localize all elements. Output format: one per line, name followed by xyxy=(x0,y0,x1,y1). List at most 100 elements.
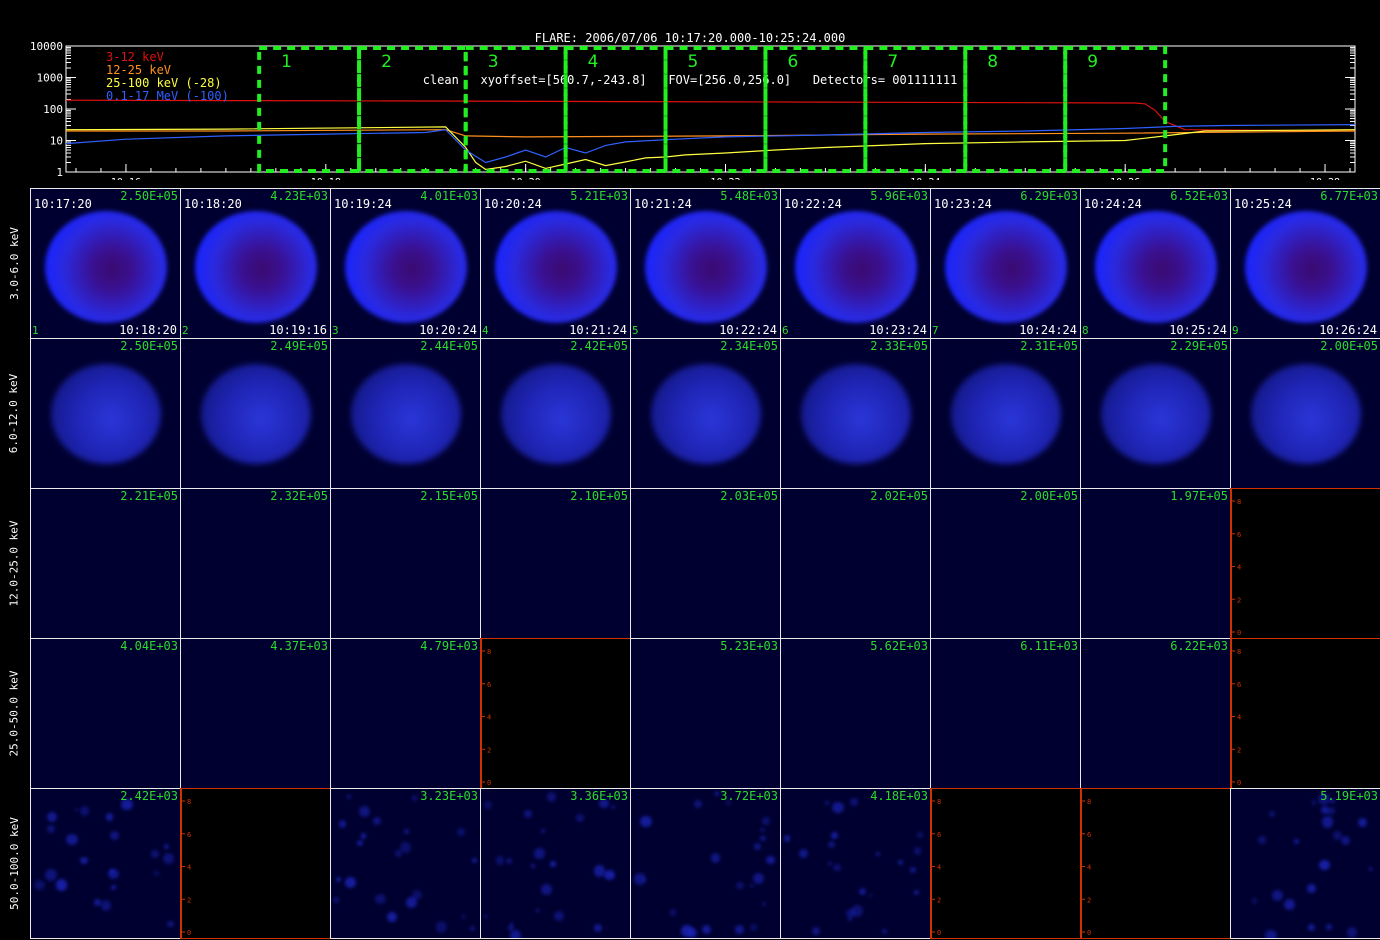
emission-blob xyxy=(645,211,767,323)
noise-speck xyxy=(101,900,112,911)
image-tile: 2.42E+05 xyxy=(480,338,631,489)
noise-speck xyxy=(1368,867,1373,871)
noise-speck xyxy=(541,884,553,896)
image-tile: 2.50E+05 10:17:20 10:18:20 1 xyxy=(30,188,181,339)
noise-speck xyxy=(714,791,720,796)
noise-speck xyxy=(669,909,677,916)
empty-axis-tick-label: 6 xyxy=(1237,681,1241,689)
noise-speck xyxy=(1311,800,1317,806)
tile-max-value: 2.15E+05 xyxy=(420,489,478,503)
tile-max-value: 2.34E+05 xyxy=(720,339,778,353)
image-tile: 0 2 4 6 8 xyxy=(1080,788,1231,939)
image-tile: 5.23E+03 xyxy=(630,638,781,789)
noise-speck xyxy=(400,842,411,853)
empty-axis-tick-label: 8 xyxy=(1087,798,1091,806)
tile-start-time: 10:25:24 xyxy=(1234,197,1292,211)
image-tile: 2.00E+05 xyxy=(1230,338,1380,489)
noise-speck xyxy=(110,884,116,891)
noise-speck xyxy=(1294,839,1299,844)
emission-blob xyxy=(501,364,611,464)
emission-blob xyxy=(795,211,917,323)
empty-axis-tick-label: 4 xyxy=(187,864,191,872)
noise-speck xyxy=(811,926,821,935)
tile-interval-index: 1 xyxy=(32,324,39,337)
empty-axis-tick-label: 0 xyxy=(1237,779,1241,787)
tile-max-value: 2.49E+05 xyxy=(270,339,328,353)
noise-speck xyxy=(828,841,835,849)
noise-speck xyxy=(593,865,606,877)
tile-start-time: 10:24:24 xyxy=(1084,197,1142,211)
image-tile: 2.21E+05 xyxy=(30,488,181,639)
noise-speck xyxy=(404,828,410,834)
tile-end-time: 10:21:24 xyxy=(569,323,627,337)
empty-axis-tick-label: 2 xyxy=(187,896,191,904)
image-tile: 2.32E+05 xyxy=(180,488,331,639)
noise-speck xyxy=(859,888,866,895)
tile-max-value: 3.36E+03 xyxy=(570,789,628,803)
emission-blob xyxy=(801,364,911,464)
image-tile: 4.79E+03 xyxy=(330,638,481,789)
image-tile: 4.37E+03 xyxy=(180,638,331,789)
noise-speck xyxy=(358,805,371,818)
noise-speck xyxy=(1326,924,1332,931)
noise-speck xyxy=(47,825,56,834)
empty-axis-tick-label: 6 xyxy=(1237,531,1241,539)
empty-axis-tick-label: 6 xyxy=(1087,831,1091,839)
tile-max-value: 2.29E+05 xyxy=(1170,339,1228,353)
empty-axis: 0 2 4 6 8 xyxy=(181,789,191,938)
noise-speck xyxy=(831,832,838,839)
noise-speck xyxy=(916,831,923,838)
image-grid: 3.0-6.0 keV 2.50E+05 10:17:20 10:18:20 1 4.23… xyxy=(0,0,1380,940)
noise-speck xyxy=(1268,810,1276,818)
tile-max-value: 2.00E+05 xyxy=(1020,489,1078,503)
noise-speck xyxy=(79,806,90,816)
tile-max-value: 2.03E+05 xyxy=(720,489,778,503)
empty-axis-tick-label: 0 xyxy=(487,779,491,787)
emission-blob xyxy=(951,364,1061,464)
tile-start-time: 10:21:24 xyxy=(634,197,692,211)
tile-max-value: 2.42E+05 xyxy=(570,339,628,353)
tile-interval-index: 6 xyxy=(782,324,789,337)
noise-speck xyxy=(535,908,539,913)
empty-axis-tick-label: 2 xyxy=(1237,596,1241,604)
band-label: 25.0-50.0 keV xyxy=(2,638,26,789)
band-label-text: 6.0-12.0 keV xyxy=(7,373,21,454)
noise-speck xyxy=(832,801,844,813)
noise-speck xyxy=(333,896,340,904)
noise-speck xyxy=(338,820,347,828)
tile-max-value: 3.23E+03 xyxy=(420,789,478,803)
image-tile: 5.21E+03 10:20:24 10:21:24 4 xyxy=(480,188,631,339)
image-tile: 0 2 4 6 8 xyxy=(1230,488,1380,639)
noise-speck xyxy=(604,869,615,881)
band-label-text: 25.0-50.0 keV xyxy=(7,670,21,757)
noise-speck xyxy=(372,817,382,826)
tile-max-value: 4.23E+03 xyxy=(270,189,328,203)
tile-end-time: 10:18:20 xyxy=(119,323,177,337)
image-tile: 2.15E+05 xyxy=(330,488,481,639)
empty-axis-tick-label: 0 xyxy=(937,929,941,937)
image-tile: 6.22E+03 xyxy=(1080,638,1231,789)
noise-speck xyxy=(753,842,762,851)
noise-speck xyxy=(405,896,418,909)
empty-axis: 0 2 4 6 8 xyxy=(1231,639,1241,788)
image-tile: 2.44E+05 xyxy=(330,338,481,489)
noise-speck xyxy=(761,816,771,825)
empty-axis-tick-label: 8 xyxy=(937,798,941,806)
empty-axis: 0 2 4 6 8 xyxy=(1231,489,1241,638)
noise-speck xyxy=(1319,859,1330,870)
empty-axis-tick-label: 6 xyxy=(937,831,941,839)
tile-start-time: 10:18:20 xyxy=(184,197,242,211)
image-tile: 2.02E+05 xyxy=(780,488,931,639)
emission-blob xyxy=(45,211,167,323)
tile-max-value: 3.72E+03 xyxy=(720,789,778,803)
emission-blob xyxy=(345,211,467,323)
image-tile: 2.29E+05 xyxy=(1080,338,1231,489)
noise-speck xyxy=(827,861,832,866)
noise-speck xyxy=(153,870,160,877)
noise-speck xyxy=(110,830,120,840)
tile-max-value: 1.97E+05 xyxy=(1170,489,1228,503)
tile-interval-index: 2 xyxy=(182,324,189,337)
band-label-text: 50.0-100.0 keV xyxy=(7,817,21,910)
tile-max-value: 6.11E+03 xyxy=(1020,639,1078,653)
noise-speck xyxy=(108,868,119,880)
